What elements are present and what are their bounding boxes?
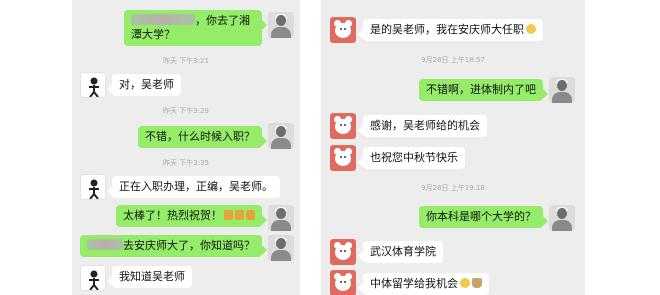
man-avatar-icon[interactable] [549, 205, 575, 231]
sent-message-bubble[interactable]: 不错，什么时候入职？ [138, 126, 267, 148]
message-text: 太棒了！热烈祝贺！ [123, 209, 222, 222]
received-message-bubble[interactable]: 武汉体育学院 [358, 241, 443, 263]
redacted-name [131, 14, 195, 25]
cheer-emoji-icon [224, 210, 233, 220]
cheer-emoji-icon [246, 210, 255, 220]
message-text: 也祝您中秋节快乐 [370, 151, 458, 164]
bear-avatar-icon[interactable] [330, 145, 356, 171]
sent-message-bubble[interactable]: 你本科是哪个大学的？ [419, 206, 548, 228]
timestamp: 昨天 下午3:29 [163, 107, 209, 115]
man-avatar-icon[interactable] [268, 123, 294, 149]
timestamp: 9月28日 上午18:57 [421, 56, 485, 64]
tea-emoji-icon [472, 278, 482, 288]
stick-figure-avatar-icon[interactable] [80, 72, 106, 98]
bear-avatar-icon[interactable] [330, 17, 356, 43]
left-chat-panel[interactable]: ，你去了湘潭大学？ 昨天 下午3:21 对，吴老师 昨天 下午3:29 不错，什… [72, 0, 300, 295]
sent-message-bubble[interactable]: 去安庆师大了，你知道吗？ [80, 235, 267, 257]
man-avatar-icon[interactable] [268, 12, 294, 38]
right-chat-panel[interactable]: 是的吴老师，我在安庆师大任职 9月28日 上午18:57 不错啊，进体制内了吧 … [321, 0, 585, 295]
message-text: 不错啊，进体制内了吧 [426, 83, 536, 96]
received-message-bubble[interactable]: 我知道吴老师 [107, 266, 192, 288]
bear-avatar-icon[interactable] [330, 113, 356, 139]
message-text: 正在入职办理，正编，吴老师。 [119, 180, 273, 193]
received-message-bubble[interactable]: 中体留学给我机会 [358, 273, 489, 295]
received-message-bubble[interactable]: 感谢，吴老师给的机会 [358, 115, 487, 137]
message-text: 中体留学给我机会 [370, 277, 458, 290]
timestamp: 9月28日 上午19:18 [421, 184, 485, 192]
smile-emoji-icon [526, 24, 536, 34]
message-text: 去安庆师大了，你知道吗？ [123, 239, 255, 252]
message-text: 对，吴老师 [119, 78, 174, 91]
message-text: 是的吴老师，我在安庆师大任职 [370, 23, 524, 36]
redacted-name [87, 239, 123, 250]
smile-emoji-icon [460, 278, 470, 288]
sent-message-bubble[interactable]: ，你去了湘潭大学？ [124, 10, 267, 46]
stick-figure-avatar-icon[interactable] [80, 265, 106, 291]
timestamp: 昨天 下午3:21 [163, 57, 209, 65]
received-message-bubble[interactable]: 正在入职办理，正编，吴老师。 [107, 176, 280, 198]
received-message-bubble[interactable]: 对，吴老师 [107, 74, 181, 96]
sent-message-bubble[interactable]: 太棒了！热烈祝贺！ [116, 205, 267, 227]
message-text: 你本科是哪个大学的？ [426, 210, 536, 223]
stick-figure-avatar-icon[interactable] [80, 174, 106, 200]
bear-avatar-icon[interactable] [330, 270, 356, 295]
man-avatar-icon[interactable] [549, 77, 575, 103]
received-message-bubble[interactable]: 也祝您中秋节快乐 [358, 147, 465, 169]
timestamp: 昨天 下午3:35 [163, 159, 209, 167]
man-avatar-icon[interactable] [268, 205, 294, 231]
message-text: 感谢，吴老师给的机会 [370, 119, 480, 132]
message-text: 不错，什么时候入职？ [145, 130, 255, 143]
message-text: 我知道吴老师 [119, 270, 185, 283]
received-message-bubble[interactable]: 是的吴老师，我在安庆师大任职 [358, 19, 543, 41]
cheer-emoji-icon [235, 210, 244, 220]
bear-avatar-icon[interactable] [330, 239, 356, 265]
message-text: 武汉体育学院 [370, 245, 436, 258]
man-avatar-icon[interactable] [268, 235, 294, 261]
sent-message-bubble[interactable]: 不错啊，进体制内了吧 [419, 79, 548, 101]
